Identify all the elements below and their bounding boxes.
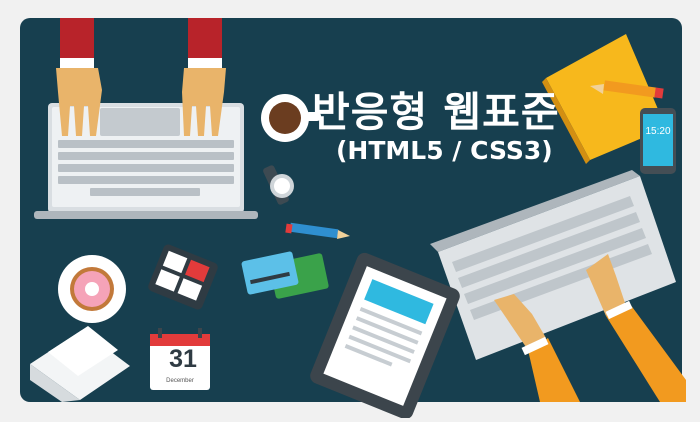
- donut-plate-icon: [58, 255, 126, 323]
- phone-time: 15:20: [645, 126, 671, 137]
- calendar-day: 31: [169, 345, 197, 373]
- banner-illustration: 반응형 웹표준 (HTML5 / CSS3) 31 December 15:20: [0, 0, 700, 420]
- calendar-month: December: [166, 378, 194, 384]
- page-subtitle: (HTML5 / CSS3): [336, 136, 553, 165]
- page-title: 반응형 웹표준: [312, 88, 560, 136]
- smartphone-icon: [640, 108, 676, 174]
